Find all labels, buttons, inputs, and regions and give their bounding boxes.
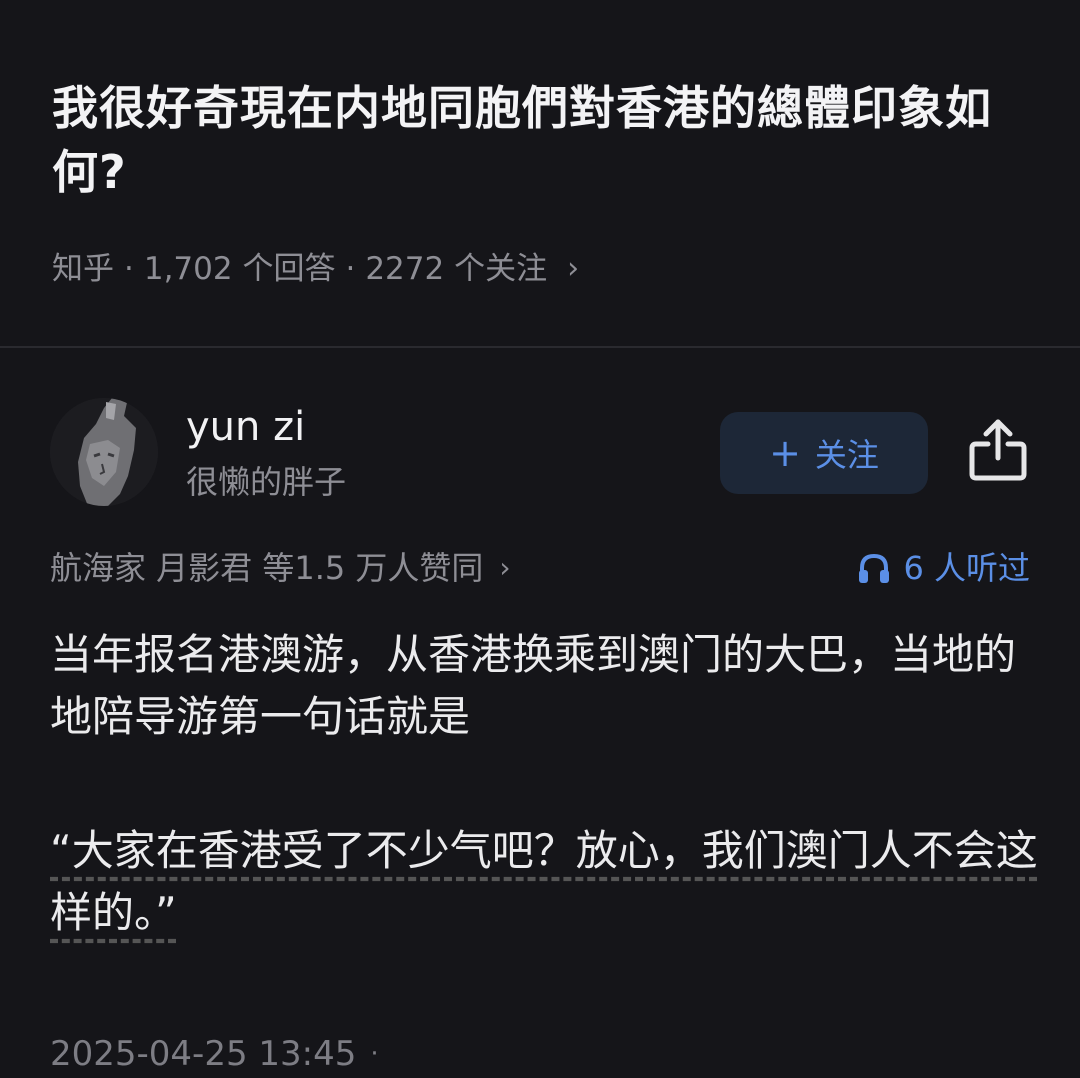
plus-icon: + [769, 431, 801, 475]
meta-separator: · [124, 251, 134, 287]
question-title[interactable]: 我很好奇現在内地同胞們對香港的總體印象如何? [52, 76, 1042, 204]
question-header[interactable]: 我很好奇現在内地同胞們對香港的總體印象如何? [52, 76, 1042, 204]
follower-count: 2272 个关注 [365, 251, 548, 287]
question-meta[interactable]: 知乎 · 1,702 个回答 · 2272 个关注 › [52, 246, 579, 292]
meta-separator: · [345, 251, 356, 287]
footer-dot: · [370, 1039, 379, 1069]
source-label: 知乎 [52, 251, 114, 287]
answer-page: 我很好奇現在内地同胞們對香港的總體印象如何? 知乎 · 1,702 个回答 · … [0, 0, 1080, 1078]
share-button[interactable] [960, 412, 1036, 488]
timestamp-text: 2025-04-25 13:45 [50, 1034, 357, 1074]
statue-head-icon [50, 398, 158, 506]
follow-label: 关注 [814, 436, 879, 474]
listened-count[interactable]: 6 人听过 [857, 544, 1030, 592]
avatar[interactable] [50, 398, 158, 506]
share-icon [969, 419, 1027, 481]
chevron-right-icon: › [567, 251, 580, 286]
headphones-icon [859, 553, 890, 583]
answer-paragraph: 当年报名港澳游，从香港换乘到澳门的大巴，当地的地陪导游第一句话就是 [50, 630, 1017, 741]
listened-label: 6 人听过 [903, 549, 1030, 587]
answer-timestamp: 2025-04-25 13:45 · [50, 1030, 379, 1078]
author-bio: 很懒的胖子 [186, 463, 347, 501]
answer-count: 1,702 个回答 [143, 251, 336, 287]
divider [0, 346, 1080, 348]
follow-button[interactable]: + 关注 [720, 412, 928, 494]
approval-row[interactable]: 航海家 月影君 等1.5 万人赞同 › [50, 544, 511, 592]
answer-quote: “大家在香港受了不少气吧？放心，我们澳门人不会这样的。” [50, 826, 1038, 937]
chevron-right-icon: › [499, 551, 511, 584]
approval-text: 航海家 月影君 等1.5 万人赞同 [50, 549, 484, 587]
answer-body[interactable]: 当年报名港澳游，从香港换乘到澳门的大巴，当地的地陪导游第一句话就是 “大家在香港… [50, 624, 1050, 1016]
author-name[interactable]: yun zi [186, 400, 305, 454]
